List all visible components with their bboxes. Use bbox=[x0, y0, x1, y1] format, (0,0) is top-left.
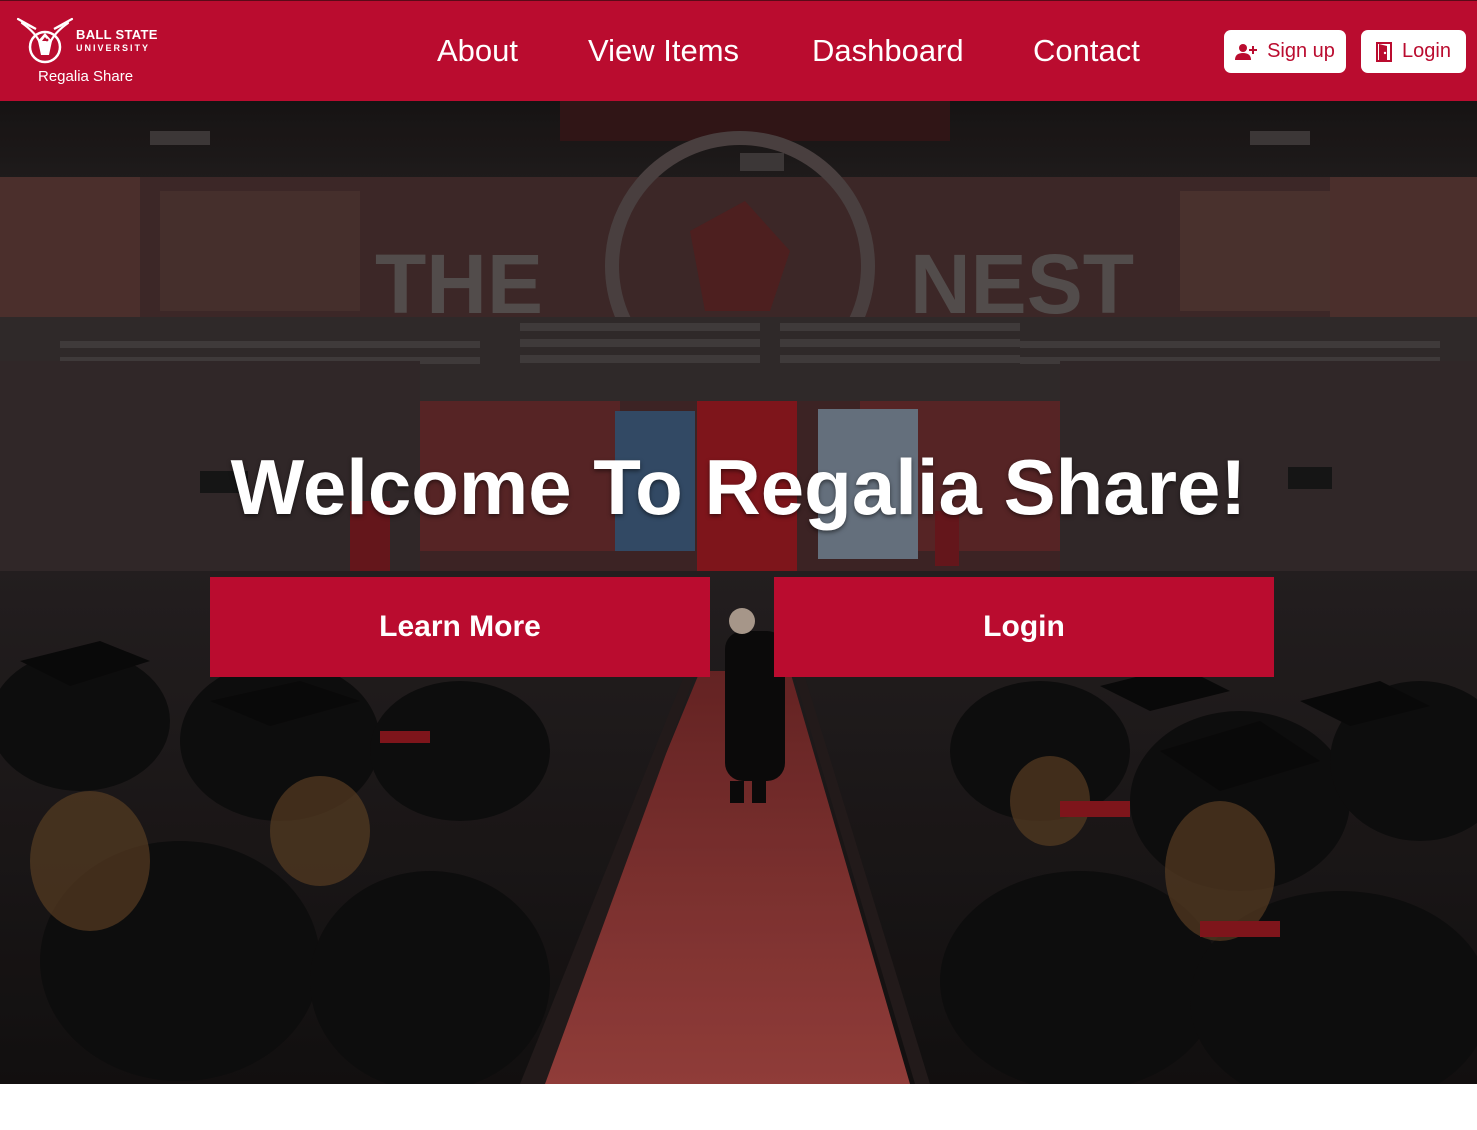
header-login-button[interactable]: Login bbox=[1361, 30, 1466, 73]
hero-login-button[interactable]: Login bbox=[774, 577, 1274, 677]
nav-link-view-items[interactable]: View Items bbox=[588, 31, 739, 71]
nav-link-about[interactable]: About bbox=[437, 31, 518, 71]
hero-section: THE NEST Welcome To Regalia Share! Learn… bbox=[0, 101, 1477, 1084]
header-login-label: Login bbox=[1402, 40, 1451, 62]
logo-wordmark-line-1: BALL STATE bbox=[76, 27, 158, 42]
person-add-icon bbox=[1235, 43, 1258, 60]
logo-wordmark-line-2: UNIVERSITY bbox=[76, 43, 151, 53]
door-icon bbox=[1376, 41, 1393, 62]
brand-logo-link[interactable]: BALL STATE UNIVERSITY Regalia Share bbox=[12, 13, 162, 93]
site-name: Regalia Share bbox=[38, 68, 134, 85]
signup-button[interactable]: Sign up bbox=[1224, 30, 1346, 73]
nav-link-contact[interactable]: Contact bbox=[1033, 31, 1140, 71]
top-navbar: BALL STATE UNIVERSITY Regalia Share Abou… bbox=[0, 0, 1477, 101]
cardinal-logo-icon bbox=[16, 17, 74, 64]
nav-link-dashboard[interactable]: Dashboard bbox=[812, 31, 964, 71]
learn-more-button[interactable]: Learn More bbox=[210, 577, 710, 677]
signup-button-label: Sign up bbox=[1267, 40, 1335, 62]
hero-title: Welcome To Regalia Share! bbox=[230, 443, 1247, 531]
